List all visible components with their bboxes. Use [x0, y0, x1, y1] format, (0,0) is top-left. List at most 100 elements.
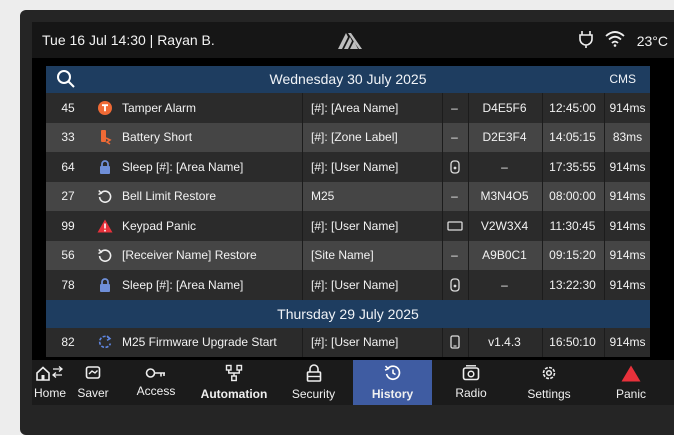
nav-home-label: Home: [33, 386, 66, 400]
event-time: 08:00:00: [542, 181, 602, 211]
power-plug-icon: [578, 30, 593, 51]
event-cell: Tamper Alarm: [92, 93, 300, 123]
event-code: D4E5F6: [468, 93, 540, 123]
nav-settings[interactable]: Settings: [510, 360, 588, 405]
home-icon: [35, 365, 65, 384]
event-cell: Sleep [#]: [Area Name]: [92, 270, 300, 300]
event-duration: 914ms: [604, 240, 650, 270]
nav-panic-label: Panic: [615, 386, 647, 401]
panic-warning-icon: [621, 365, 641, 385]
event-user: [#]: [Zone Label]: [302, 122, 440, 152]
event-label: Sleep [#]: [Area Name]: [122, 159, 244, 174]
nav-settings-label: Settings: [527, 387, 571, 401]
nav-panic[interactable]: Panic: [588, 360, 674, 405]
history-row[interactable]: 45 Tamper Alarm [#]: [Area Name] – D4E5F…: [46, 93, 650, 123]
event-cell: M25 Firmware Upgrade Start: [92, 328, 300, 358]
nav-history[interactable]: History: [353, 360, 432, 405]
nav-radio-label: Radio: [455, 386, 487, 400]
nav-radio[interactable]: Radio: [432, 360, 510, 405]
radio-icon: [462, 365, 480, 384]
event-label: [Receiver Name] Restore: [122, 248, 257, 263]
history-row[interactable]: 56 [Receiver Name] Restore [Site Name] –…: [46, 240, 650, 270]
nav-home[interactable]: Home: [32, 360, 68, 405]
event-cell: Bell Limit Restore: [92, 182, 300, 212]
nav-access-label: Access: [136, 384, 176, 398]
event-label: Sleep [#]: [Area Name]: [122, 277, 244, 292]
nav-automation[interactable]: Automation: [194, 360, 274, 405]
event-duration: 914ms: [604, 152, 650, 182]
keypad-icon: [442, 211, 466, 241]
event-cell: Sleep [#]: [Area Name]: [92, 152, 300, 182]
battery-short-icon: [96, 129, 114, 145]
upgrade-icon: [96, 335, 114, 349]
event-id: 64: [61, 159, 75, 174]
screen: Tue 16 Jul 14:30 | Rayan B. 23°C Wednesd…: [32, 22, 674, 405]
day-header-label: Thursday 29 July 2025: [277, 305, 419, 322]
datetime-user: Tue 16 Jul 14:30 | Rayan B.: [42, 32, 215, 48]
history-row[interactable]: 99 Keypad Panic [#]: [User Name] V2W3X4 …: [46, 211, 650, 241]
device-type: –: [442, 240, 466, 270]
event-code: v1.4.3: [468, 327, 540, 357]
day-header-label: Wednesday 30 July 2025: [269, 71, 427, 87]
history-row[interactable]: 78 Sleep [#]: [Area Name] [#]: [User Nam…: [46, 270, 650, 300]
day-header: Wednesday 30 July 2025 CMS: [46, 66, 650, 93]
nav-saver[interactable]: Saver: [68, 360, 118, 405]
event-time: 14:05:15: [542, 122, 602, 152]
device-type: –: [442, 181, 466, 211]
event-label: Keypad Panic: [122, 218, 197, 233]
event-label: Battery Short: [122, 130, 193, 145]
lock-icon: [96, 159, 114, 174]
event-user: M25: [302, 181, 440, 211]
event-id: 33: [61, 130, 75, 145]
event-user: [#]: [User Name]: [302, 327, 440, 357]
gear-icon: [540, 364, 558, 385]
restore-icon: [96, 248, 114, 263]
nav-security-label: Security: [291, 387, 336, 401]
saver-icon: [85, 365, 101, 384]
nav-history-label: History: [371, 387, 414, 401]
event-id: 78: [61, 277, 75, 292]
event-code: M3N4O5: [468, 181, 540, 211]
day-header: Thursday 29 July 2025: [46, 299, 650, 328]
keyfob-icon: [442, 152, 466, 182]
automation-icon: [225, 364, 243, 385]
cms-label: CMS: [609, 72, 636, 86]
event-label: Tamper Alarm: [122, 100, 197, 115]
event-duration: 914ms: [604, 327, 650, 357]
event-cell: Keypad Panic: [92, 211, 300, 241]
warning-icon: [96, 219, 114, 233]
event-time: 13:22:30: [542, 270, 602, 300]
event-cell: Battery Short: [92, 123, 300, 153]
nav-access[interactable]: Access: [118, 360, 194, 405]
nav-saver-label: Saver: [77, 386, 109, 400]
phone-icon: [442, 327, 466, 357]
history-row[interactable]: 33 Battery Short [#]: [Zone Label] – D2E…: [46, 122, 650, 153]
history-row[interactable]: 64 Sleep [#]: [Area Name] [#]: [User Nam…: [46, 152, 650, 182]
event-duration: 914ms: [604, 93, 650, 123]
event-id: 56: [61, 248, 75, 263]
event-id: 99: [61, 218, 75, 233]
history-row[interactable]: 82 M25 Firmware Upgrade Start [#]: [User…: [46, 327, 650, 358]
event-user: [#]: [User Name]: [302, 211, 440, 241]
event-label: Bell Limit Restore: [122, 189, 217, 204]
event-time: 17:35:55: [542, 152, 602, 182]
event-duration: 914ms: [604, 270, 650, 300]
event-time: 16:50:10: [542, 327, 602, 357]
history-list[interactable]: Wednesday 30 July 2025 CMS 45 Tamper Ala…: [46, 66, 650, 360]
history-icon: [384, 364, 402, 385]
event-id: 82: [61, 335, 75, 350]
event-id: 27: [61, 189, 75, 204]
bottom-nav: Home Saver Access Automation Security Hi…: [32, 360, 674, 405]
device-type: –: [442, 93, 466, 123]
brand-logo: [337, 30, 363, 53]
padlock-icon: [306, 364, 322, 385]
lock-icon: [96, 277, 114, 292]
nav-automation-label: Automation: [200, 387, 268, 401]
history-row[interactable]: 27 Bell Limit Restore M25 – M3N4O5 08:00…: [46, 181, 650, 212]
event-time: 11:30:45: [542, 211, 602, 241]
event-time: 12:45:00: [542, 93, 602, 123]
event-user: [Site Name]: [302, 240, 440, 270]
event-duration: 83ms: [604, 122, 650, 152]
nav-security[interactable]: Security: [274, 360, 353, 405]
event-code: V2W3X4: [468, 211, 540, 241]
